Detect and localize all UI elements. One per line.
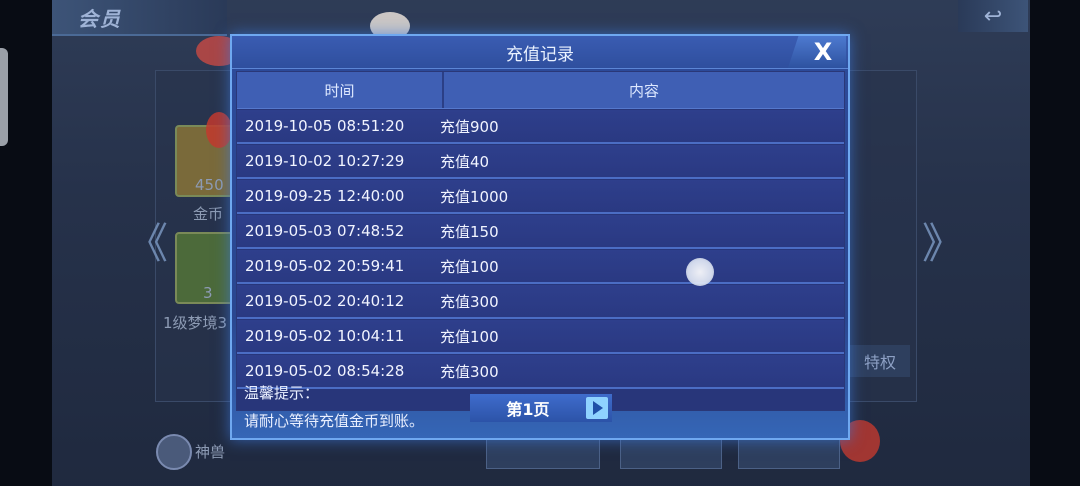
table-row: 2019-05-03 07:48:52 充值150 (237, 215, 844, 249)
table-row: 2019-05-02 10:04:11 充值100 (237, 320, 844, 354)
card-value: 3 (203, 284, 213, 302)
row-content: 充值1000 (440, 187, 509, 206)
dialog-title: 充值记录 (232, 36, 848, 69)
row-content: 充值40 (440, 152, 490, 171)
row-time: 2019-10-05 08:51:20 (245, 117, 405, 135)
row-content: 充值300 (440, 362, 499, 381)
row-time: 2019-09-25 12:40:00 (245, 187, 405, 205)
table-row: 2019-05-02 20:59:41 充值100 (237, 250, 844, 284)
column-header-time: 时间 (237, 72, 444, 108)
play-right-icon (593, 401, 603, 415)
table-row: 2019-09-25 12:40:00 充值1000 (237, 180, 844, 214)
next-page-button[interactable] (586, 397, 608, 419)
tip-label: 温馨提示： (244, 384, 320, 402)
row-content: 充值150 (440, 222, 499, 241)
row-time: 2019-05-02 08:54:28 (245, 362, 405, 380)
table-row: 2019-10-05 08:51:20 充值900 (237, 110, 844, 144)
card-label: 金币 (193, 205, 224, 223)
avatar (156, 434, 192, 470)
row-time: 2019-05-03 07:48:52 (245, 222, 405, 240)
edge-handle[interactable] (0, 48, 8, 146)
table-header: 时间 内容 (237, 72, 844, 109)
vip-header-tab: 会员 (52, 0, 227, 36)
prev-arrow-icon[interactable]: 《 (126, 210, 168, 271)
bottom-label: 神兽 (195, 443, 226, 461)
tip-text: 请耐心等待充值金币到账。 (244, 412, 425, 430)
lantern-decoration (206, 112, 232, 148)
column-header-content: 内容 (628, 81, 659, 100)
row-time: 2019-10-02 10:27:29 (245, 152, 405, 170)
card-label: 1级梦境3 (163, 314, 228, 332)
header-tab-label: 会员 (78, 6, 122, 31)
page-indicator: 第1页 (470, 394, 612, 422)
row-time: 2019-05-02 10:04:11 (245, 327, 405, 345)
page-label: 第1页 (506, 400, 550, 419)
privilege-label: 特权 (863, 353, 896, 372)
row-content: 充值900 (440, 117, 499, 136)
back-button[interactable]: ↩ (958, 0, 1028, 32)
card-value: 450 (195, 176, 224, 194)
close-icon: X (813, 38, 833, 66)
back-arrow-icon: ↩ (983, 3, 1003, 29)
table-row: 2019-05-02 08:54:28 充值300 (237, 355, 844, 389)
table-row: 2019-05-02 20:40:12 充值300 (237, 285, 844, 319)
privilege-button[interactable]: 特权 (850, 345, 910, 377)
row-content: 充值100 (440, 327, 499, 346)
row-content: 充值100 (440, 257, 499, 276)
touch-indicator (686, 258, 714, 286)
table-row: 2019-10-02 10:27:29 充值40 (237, 145, 844, 179)
row-time: 2019-05-02 20:59:41 (245, 257, 405, 275)
row-time: 2019-05-02 20:40:12 (245, 292, 405, 310)
recharge-record-dialog: 充值记录 X 时间 内容 2019-10-05 08:51:20 充值900 2… (230, 34, 850, 440)
next-arrow-icon[interactable]: 》 (922, 210, 964, 271)
right-black-bar (1030, 0, 1080, 486)
row-content: 充值300 (440, 292, 499, 311)
recharge-table: 时间 内容 2019-10-05 08:51:20 充值900 2019-10-… (236, 71, 845, 411)
